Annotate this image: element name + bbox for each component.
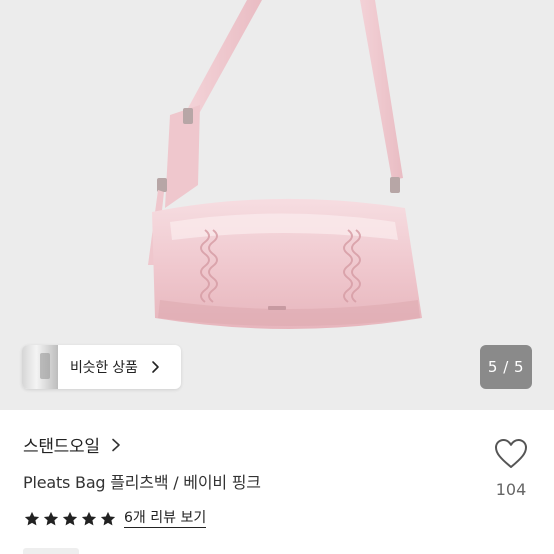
like-count: 104	[495, 480, 527, 499]
product-image-gallery[interactable]: 비슷한 상품 5 / 5	[0, 0, 554, 410]
star-icon	[62, 511, 78, 525]
star-icon	[43, 511, 59, 525]
similar-product-thumbnail	[22, 345, 58, 389]
product-title: Pleats Bag 플리츠백 / 베이비 핑크	[23, 473, 261, 492]
store-name: 스탠드오일	[23, 437, 100, 457]
star-icon	[24, 511, 40, 525]
store-link[interactable]: 스탠드오일	[23, 432, 122, 457]
like-button[interactable]: 104	[490, 438, 532, 499]
heart-outline-icon	[495, 439, 527, 468]
chevron-right-icon	[111, 438, 120, 451]
review-link[interactable]: 6개 리뷰 보기	[124, 509, 207, 528]
chevron-right-icon	[151, 361, 159, 373]
rating-row: 6개 리뷰 보기	[23, 509, 207, 528]
product-info-panel: 스탠드오일 Pleats Bag 플리츠백 / 베이비 핑크 6개 리뷰 보기 …	[0, 410, 554, 554]
product-tag	[23, 548, 79, 554]
star-icon	[100, 511, 116, 525]
image-pager-indicator: 5 / 5	[480, 345, 532, 389]
rating-stars	[23, 510, 118, 528]
similar-products-label: 비슷한 상품	[70, 360, 138, 376]
star-icon	[81, 511, 97, 525]
similar-products-button[interactable]: 비슷한 상품	[22, 345, 181, 389]
